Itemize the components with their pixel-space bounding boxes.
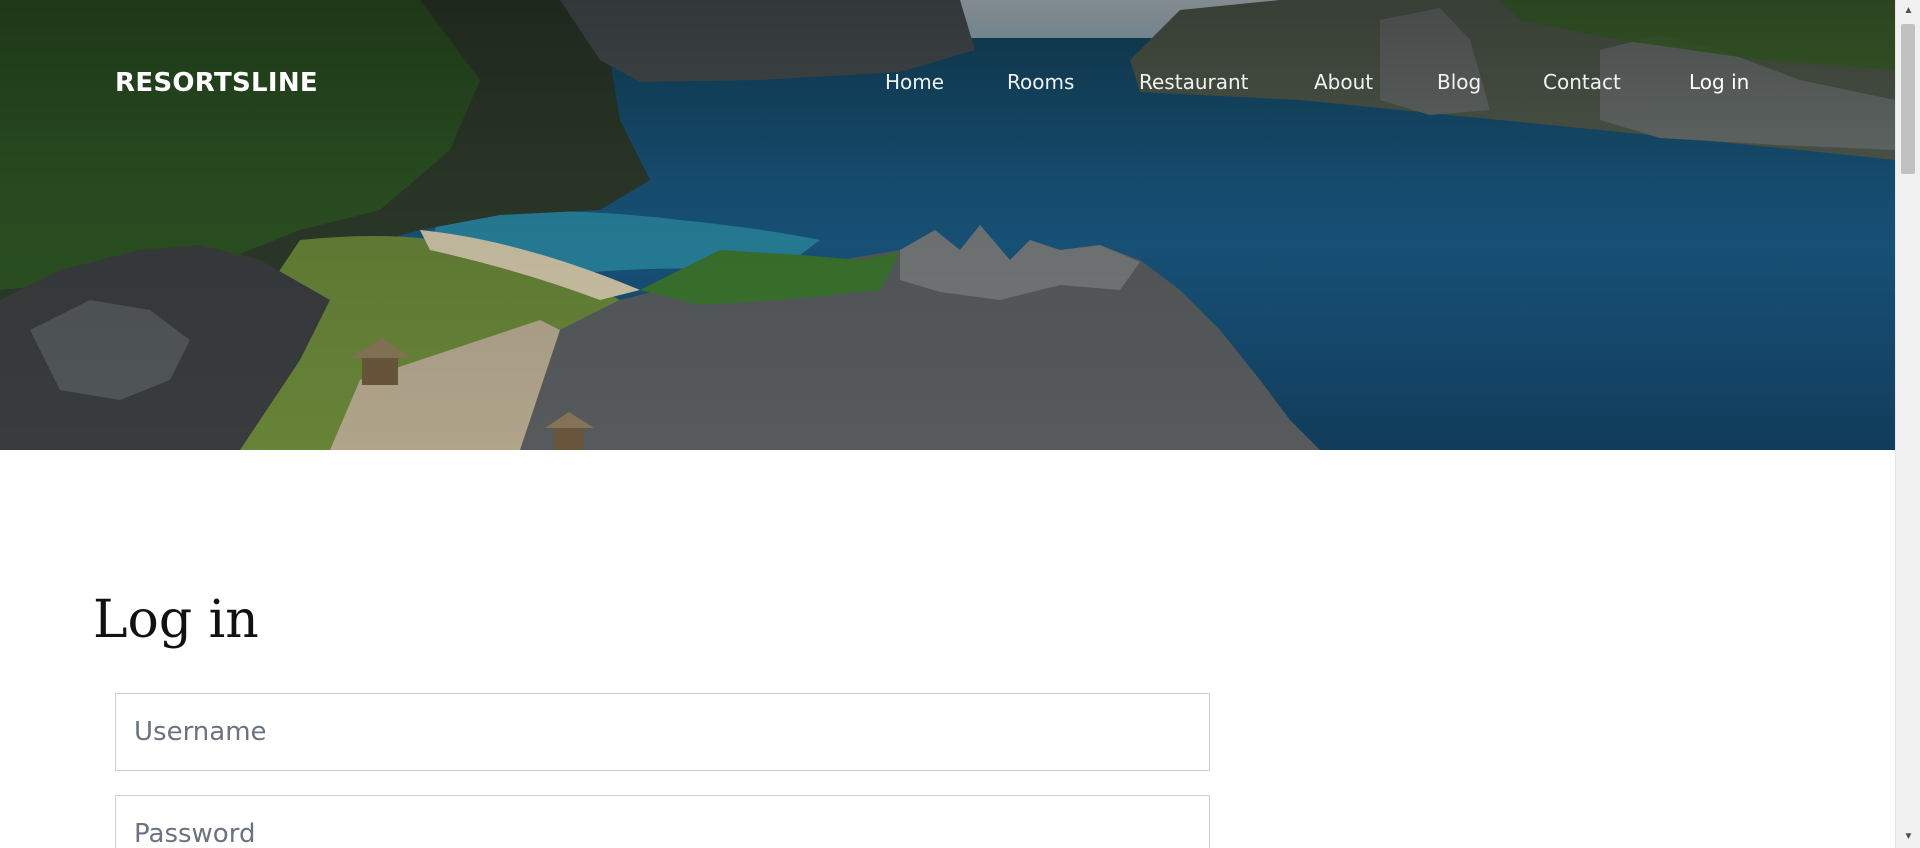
password-input[interactable] xyxy=(115,795,1210,848)
nav-about[interactable]: About xyxy=(1314,70,1373,94)
nav-blog[interactable]: Blog xyxy=(1437,70,1481,94)
nav-login[interactable]: Log in xyxy=(1689,70,1749,94)
scroll-thumb[interactable] xyxy=(1901,24,1915,174)
nav-contact[interactable]: Contact xyxy=(1543,70,1621,94)
hero-banner: RESORTSLINE Home Rooms Restaurant About … xyxy=(0,0,1895,450)
page-scrollbar[interactable]: ▲ ▼ xyxy=(1895,0,1920,848)
scroll-up-icon[interactable]: ▲ xyxy=(1896,0,1920,22)
brand-logo[interactable]: RESORTSLINE xyxy=(115,68,318,98)
scroll-down-icon[interactable]: ▼ xyxy=(1896,826,1920,848)
page-title: Log in xyxy=(93,590,259,650)
nav-restaurant[interactable]: Restaurant xyxy=(1139,70,1249,94)
username-input[interactable] xyxy=(115,693,1210,771)
nav-home[interactable]: Home xyxy=(885,70,944,94)
nav-rooms[interactable]: Rooms xyxy=(1007,70,1074,94)
